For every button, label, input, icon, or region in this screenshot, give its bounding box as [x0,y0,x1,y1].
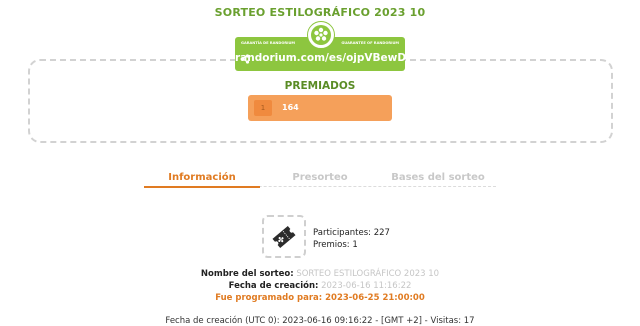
randorium-logo-icon [307,21,335,49]
scheduled-label: Fue programado para: [215,293,323,303]
badge-left-text: GARANTÍA DE RANDORIUM [241,41,295,45]
created-row: Fecha de creación: 2023-06-16 11:16:22 [0,281,640,291]
draw-name-label: Nombre del sorteo: [200,269,294,279]
winners-heading: PREMIADOS [284,80,356,92]
scheduled-value: 2023-06-25 21:00:00 [325,293,425,303]
footer-info: Fecha de creación (UTC 0): 2023-06-16 09… [165,316,475,326]
ticket-icon [272,225,296,248]
badge-right-text: GUARANTEE OF RANDORIUM [341,41,399,45]
prizes-count: Premios: 1 [313,240,358,250]
draw-name-row: Nombre del sorteo: SORTEO ESTILOGRÁFICO … [0,269,640,279]
page-title: SORTEO ESTILOGRÁFICO 2023 10 [214,6,426,19]
scheduled-row: Fue programado para: 2023-06-25 21:00:00 [0,293,640,303]
draw-stats: Participantes: 227 Premios: 1 [313,227,390,251]
created-label: Fecha de creación: [228,281,319,291]
tab-active-indicator [144,186,260,188]
winner-position: 1 [254,100,272,116]
draw-url-link[interactable]: randorium.com/es/ojpVBewD [235,52,406,64]
ticket-icon-frame [262,215,306,258]
winner-row: 1 164 [248,95,392,121]
participants-count: Participantes: 227 [313,228,390,238]
created-value: 2023-06-16 11:16:22 [321,281,412,291]
winner-value: 164 [282,103,299,112]
draw-name-value: SORTEO ESTILOGRÁFICO 2023 10 [296,269,440,279]
guarantee-badge[interactable]: GARANTÍA DE RANDORIUM GUARANTEE OF RANDO… [235,21,406,71]
